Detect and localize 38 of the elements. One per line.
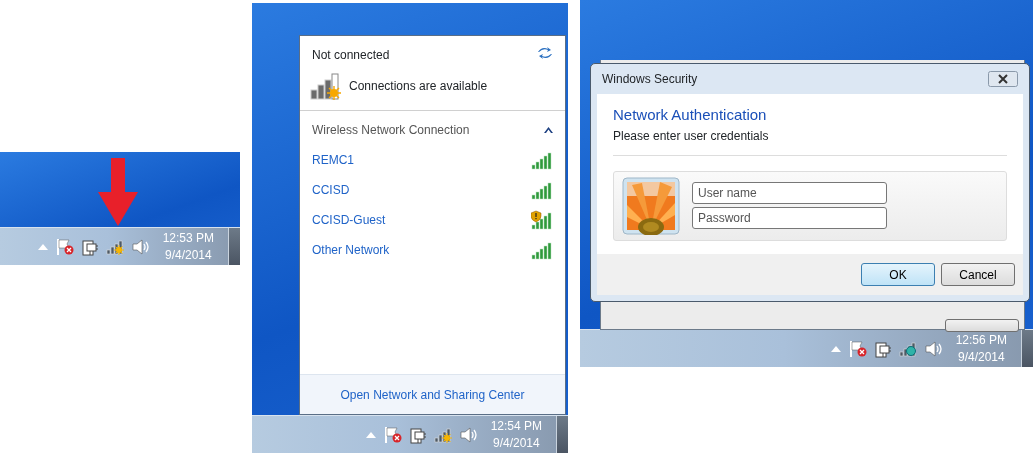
section-header[interactable]: Wireless Network Connection: [312, 121, 470, 139]
refresh-arrows-icon[interactable]: [537, 46, 553, 60]
availability-text: Connections are available: [349, 78, 488, 95]
power-plug-icon[interactable]: [874, 339, 891, 358]
show-desktop-button[interactable]: [1021, 330, 1033, 367]
show-desktop-button[interactable]: [556, 416, 568, 453]
close-icon[interactable]: [988, 71, 1018, 87]
collapse-caret-icon[interactable]: [544, 127, 553, 133]
network-name: CCISD-Guest: [312, 212, 386, 229]
hidden-button[interactable]: [945, 319, 1019, 332]
network-name: Other Network: [312, 242, 390, 259]
power-plug-icon[interactable]: [409, 425, 426, 444]
window-title: Windows Security: [602, 71, 698, 88]
power-plug-icon[interactable]: [81, 237, 98, 256]
network-name: CCISD: [312, 182, 350, 199]
action-center-flag-icon[interactable]: [848, 340, 867, 357]
action-center-flag-icon[interactable]: [383, 426, 402, 443]
pointer-arrow-icon: [98, 158, 138, 226]
dialog-subtitle: Please enter user credentials: [613, 127, 770, 145]
network-item[interactable]: CCISD: [300, 175, 565, 205]
speaker-icon[interactable]: [131, 238, 149, 255]
network-icon[interactable]: [105, 238, 124, 255]
speaker-icon[interactable]: [459, 426, 477, 443]
network-icon[interactable]: [898, 340, 917, 357]
network-name: REMC1: [312, 152, 354, 169]
action-center-flag-icon[interactable]: [55, 238, 74, 255]
connection-status: Not connected: [312, 47, 390, 64]
show-desktop-button[interactable]: [228, 228, 240, 265]
dialog-heading: Network Authentication: [613, 105, 768, 125]
network-item[interactable]: Other Network: [300, 235, 565, 265]
network-item[interactable]: REMC1: [300, 145, 565, 175]
credential-field[interactable]: User name: [692, 182, 887, 204]
credential-field[interactable]: Password: [692, 207, 887, 229]
network-icon[interactable]: [433, 426, 452, 443]
dialog-button[interactable]: OK: [861, 263, 935, 286]
speaker-icon[interactable]: [924, 340, 942, 357]
network-item[interactable]: CCISD-Guest: [300, 205, 565, 235]
dialog-button[interactable]: Cancel: [941, 263, 1015, 286]
